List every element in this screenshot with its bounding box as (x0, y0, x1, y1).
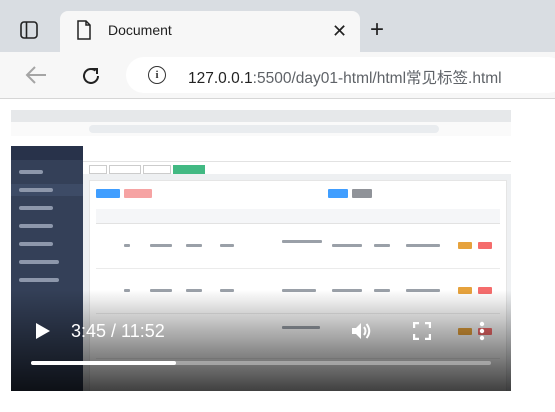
frame-sidebar-item (19, 278, 59, 282)
url-path: :5500/day01-html/html常见标签.html (252, 70, 502, 87)
close-tab-icon[interactable]: ✕ (332, 22, 347, 40)
frame-sidebar-item (19, 260, 59, 264)
frame-cell (332, 244, 362, 247)
frame-cell (282, 240, 322, 243)
frame-sidebar-item (19, 242, 53, 246)
tab-actions-icon[interactable] (19, 20, 39, 40)
play-icon[interactable] (35, 322, 51, 345)
frame-tag (173, 165, 205, 174)
frame-op (478, 242, 492, 249)
frame-sidebar-item (19, 170, 43, 174)
frame-addressbar (11, 122, 511, 136)
time-display: 3:45 / 11:52 (71, 321, 165, 341)
frame-sidebar-item (19, 224, 53, 228)
document-icon (76, 20, 92, 45)
frame-addressbox (89, 125, 439, 133)
frame-tags (83, 162, 511, 174)
frame-button (96, 189, 120, 198)
more-options-icon[interactable] (478, 321, 486, 346)
active-tab[interactable]: Document ✕ (60, 11, 360, 52)
frame-cell (406, 244, 440, 247)
progress-fill (31, 361, 177, 365)
frame-tabbar (11, 110, 511, 122)
url-host: 127.0.0.1 (188, 70, 253, 87)
address-bar[interactable]: i 127.0.0.1:5500/day01-html/html常见标签.htm… (126, 57, 555, 93)
frame-button (124, 189, 152, 198)
frame-button (352, 189, 372, 198)
frame-cell (150, 244, 172, 247)
browser-toolbar: i 127.0.0.1:5500/day01-html/html常见标签.htm… (0, 52, 555, 99)
tab-title: Document (108, 22, 172, 38)
reload-icon[interactable] (80, 65, 102, 92)
new-tab-icon[interactable]: + (370, 18, 384, 42)
frame-cell (186, 244, 202, 247)
frame-op (458, 242, 472, 249)
frame-table-row (96, 224, 500, 269)
frame-sidebar-item (19, 188, 53, 192)
frame-cell (374, 244, 390, 247)
url-text[interactable]: 127.0.0.1:5500/day01-html/html常见标签.html (188, 66, 502, 88)
frame-header (83, 146, 511, 162)
frame-cell (220, 244, 234, 247)
volume-icon[interactable] (351, 321, 373, 346)
tab-bar: Document ✕ + (0, 0, 555, 52)
fullscreen-icon[interactable] (412, 321, 432, 345)
frame-sidebar-item (19, 206, 53, 210)
frame-table-header (96, 209, 500, 224)
frame-sidebar-title (11, 146, 83, 160)
progress-bar[interactable] (31, 361, 491, 365)
frame-tag (89, 165, 107, 174)
frame-tag (143, 165, 171, 174)
frame-button (328, 189, 348, 198)
frame-tag (109, 165, 141, 174)
frame-cell (124, 244, 130, 247)
info-icon[interactable]: i (148, 66, 166, 84)
video-player[interactable]: 3:45 / 11:52 (11, 110, 511, 391)
back-arrow-icon[interactable] (24, 64, 48, 90)
